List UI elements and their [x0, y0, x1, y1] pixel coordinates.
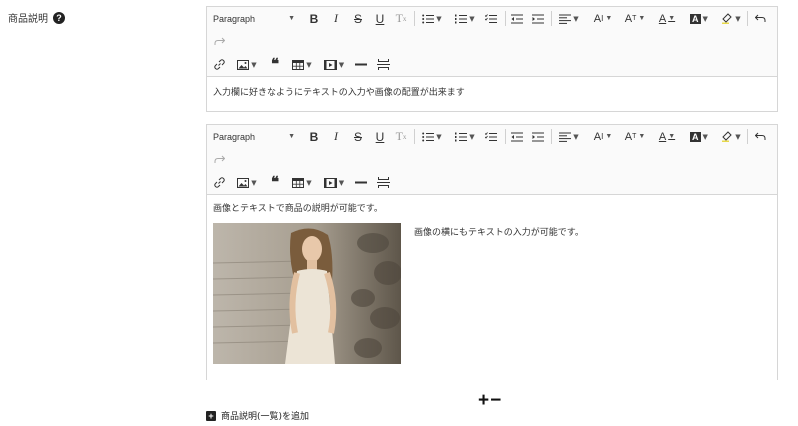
- editor-content[interactable]: 入力欄に好きなようにテキストの入力や画像の配置が出来ます: [207, 77, 777, 104]
- italic-icon[interactable]: I: [328, 125, 344, 148]
- media-embed-icon[interactable]: ▼: [320, 53, 348, 76]
- paragraph-select-label: Paragraph: [213, 131, 256, 142]
- toolbar-separator: [551, 11, 552, 26]
- editor-content[interactable]: 画像とテキストで商品の説明が可能です。 画像の横にもテキストの入力が可能です。: [207, 195, 777, 370]
- undo-icon[interactable]: [752, 125, 768, 148]
- field-label: 商品説明 ?: [8, 10, 65, 25]
- font-background-color-icon[interactable]: A ▼: [685, 7, 713, 30]
- chevron-down-icon: ▼: [288, 133, 295, 140]
- field-label-text: 商品説明: [8, 14, 48, 25]
- font-color-icon[interactable]: A ▼: [653, 7, 681, 30]
- outdent-icon[interactable]: [509, 125, 525, 148]
- remove-row-icon[interactable]: −: [490, 390, 502, 411]
- toolbar-separator: [414, 129, 415, 144]
- paragraph-select[interactable]: Paragraph ▼: [213, 125, 295, 148]
- add-row-icon[interactable]: +: [478, 390, 490, 411]
- toolbar-separator: [747, 11, 748, 26]
- highlight-icon[interactable]: ▼: [717, 125, 745, 148]
- italic-icon[interactable]: I: [328, 7, 344, 30]
- media-embed-icon[interactable]: ▼: [320, 171, 348, 194]
- undo-icon[interactable]: [752, 7, 768, 30]
- underline-icon[interactable]: U: [372, 125, 388, 148]
- table-icon[interactable]: ▼: [288, 53, 316, 76]
- font-family-icon[interactable]: A T ▼: [621, 125, 649, 148]
- bold-icon[interactable]: B: [306, 125, 322, 148]
- indent-icon[interactable]: [530, 7, 546, 30]
- toolbar-separator: [414, 11, 415, 26]
- row-controls: +−: [478, 390, 502, 412]
- font-size-icon[interactable]: A I ▼: [589, 7, 617, 30]
- indent-icon[interactable]: [530, 125, 546, 148]
- add-description-label: 商品説明(一覧)を追加: [221, 412, 310, 422]
- link-icon[interactable]: [211, 171, 227, 194]
- editor-toolbar: Paragraph ▼ B I S U Tx ▼ ▼ ▼ A I ▼ A T ▼…: [207, 125, 777, 195]
- table-icon[interactable]: ▼: [288, 171, 316, 194]
- help-icon[interactable]: ?: [53, 11, 65, 24]
- horizontal-line-icon[interactable]: [353, 171, 369, 194]
- image-side-text: 画像の横にもテキストの入力が可能です。: [414, 228, 584, 238]
- add-description-link[interactable]: + 商品説明(一覧)を追加: [206, 409, 309, 422]
- redo-icon[interactable]: [211, 30, 227, 53]
- todo-list-icon[interactable]: [483, 7, 499, 30]
- product-photo[interactable]: [213, 223, 401, 364]
- toolbar-separator: [505, 11, 506, 26]
- bold-icon[interactable]: B: [306, 7, 322, 30]
- link-icon[interactable]: [211, 53, 227, 76]
- bulleted-list-icon[interactable]: ▼: [418, 125, 446, 148]
- page-break-icon[interactable]: [375, 171, 391, 194]
- strikethrough-icon[interactable]: S: [350, 125, 366, 148]
- bulleted-list-icon[interactable]: ▼: [418, 7, 446, 30]
- horizontal-line-icon[interactable]: [353, 53, 369, 76]
- rich-text-editor-1: Paragraph ▼ B I S U Tx ▼ ▼ ▼ A I ▼ A T ▼…: [206, 6, 778, 112]
- image-icon[interactable]: ▼: [233, 53, 261, 76]
- font-background-color-icon[interactable]: A ▼: [685, 125, 713, 148]
- editor-toolbar: Paragraph ▼ B I S U Tx ▼ ▼ ▼ A I ▼ A T ▼…: [207, 7, 777, 77]
- align-icon[interactable]: ▼: [555, 125, 583, 148]
- toolbar-separator: [747, 129, 748, 144]
- blockquote-icon[interactable]: ❝: [267, 53, 283, 76]
- strikethrough-icon[interactable]: S: [350, 7, 366, 30]
- plus-square-icon: +: [206, 410, 216, 421]
- editor-text: 画像とテキストで商品の説明が可能です。: [213, 204, 383, 214]
- page-break-icon[interactable]: [375, 53, 391, 76]
- font-color-icon[interactable]: A ▼: [653, 125, 681, 148]
- outdent-icon[interactable]: [509, 7, 525, 30]
- toolbar-separator: [505, 129, 506, 144]
- editor-text: 入力欄に好きなようにテキストの入力や画像の配置が出来ます: [213, 88, 465, 98]
- clear-format-icon[interactable]: Tx: [393, 7, 409, 30]
- image-icon[interactable]: ▼: [233, 171, 261, 194]
- highlight-icon[interactable]: ▼: [717, 7, 745, 30]
- clear-format-icon[interactable]: Tx: [393, 125, 409, 148]
- blockquote-icon[interactable]: ❝: [267, 171, 283, 194]
- rich-text-editor-2: Paragraph ▼ B I S U Tx ▼ ▼ ▼ A I ▼ A T ▼…: [206, 124, 778, 380]
- image-with-text: 画像の横にもテキストの入力が可能です。: [213, 223, 771, 364]
- align-icon[interactable]: ▼: [555, 7, 583, 30]
- paragraph-select[interactable]: Paragraph ▼: [213, 7, 295, 30]
- redo-icon[interactable]: [211, 148, 227, 171]
- font-size-icon[interactable]: A I ▼: [589, 125, 617, 148]
- paragraph-select-label: Paragraph: [213, 13, 256, 24]
- todo-list-icon[interactable]: [483, 125, 499, 148]
- numbered-list-icon[interactable]: ▼: [451, 125, 479, 148]
- toolbar-separator: [551, 129, 552, 144]
- numbered-list-icon[interactable]: ▼: [451, 7, 479, 30]
- chevron-down-icon: ▼: [288, 15, 295, 22]
- font-family-icon[interactable]: A T ▼: [621, 7, 649, 30]
- underline-icon[interactable]: U: [372, 7, 388, 30]
